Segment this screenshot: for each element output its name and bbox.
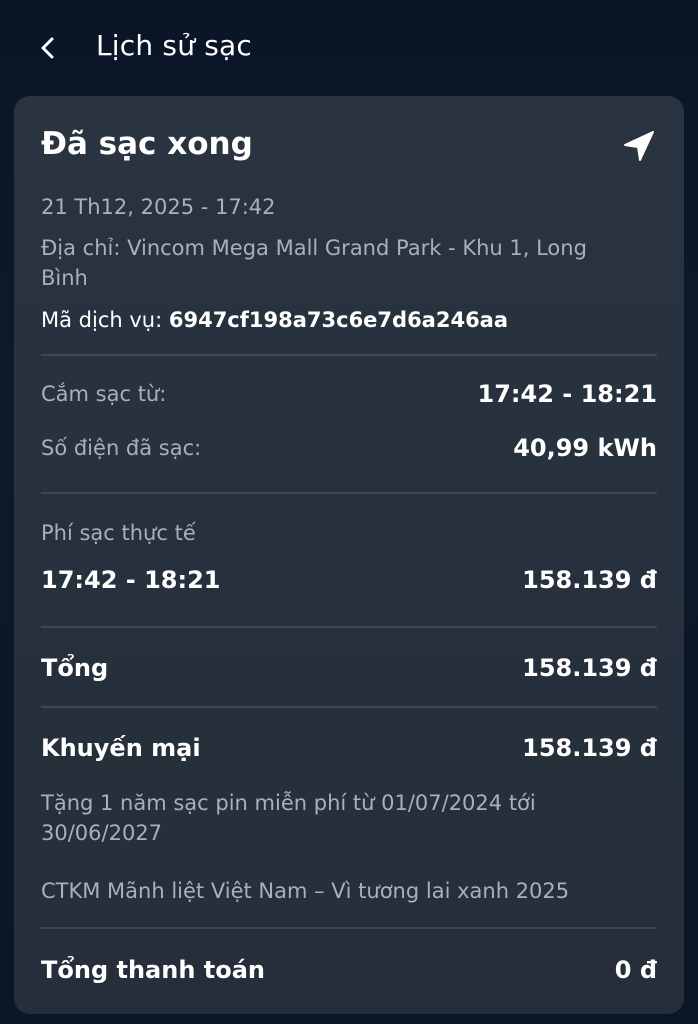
session-address: Địa chỉ: Vincom Mega Mall Grand Park - K… — [41, 233, 657, 293]
fee-time: 17:42 - 18:21 — [41, 566, 221, 594]
plug-time-row: Cắm sạc từ: 17:42 - 18:21 — [41, 376, 657, 412]
divider — [41, 492, 657, 494]
navigation-arrow-icon — [624, 131, 654, 161]
fee-amount: 158.139 đ — [522, 566, 657, 594]
back-button[interactable] — [30, 28, 66, 68]
address-line-1: Địa chỉ: Vincom Mega Mall Grand Park - K… — [41, 236, 587, 260]
address-line-2: Bình — [41, 266, 88, 290]
app-header: Lịch sử sạc — [0, 0, 698, 96]
divider — [41, 927, 657, 929]
grand-total-value: 0 đ — [614, 956, 657, 984]
service-code: Mã dịch vụ: 6947cf198a73c6e7d6a246aa — [41, 305, 657, 335]
grand-total-row: Tổng thanh toán 0 đ — [41, 951, 657, 989]
plug-time-value: 17:42 - 18:21 — [477, 380, 657, 408]
energy-label: Số điện đã sạc: — [41, 436, 202, 460]
session-datetime: 21 Th12, 2025 - 17:42 — [41, 195, 276, 219]
campaign-name: CTKM Mãnh liệt Việt Nam – Vì tương lai x… — [41, 879, 570, 903]
promo-description: Tặng 1 năm sạc pin miễn phí từ 01/07/202… — [41, 788, 657, 848]
promo-row: Khuyến mại 158.139 đ — [41, 729, 657, 767]
promo-label: Khuyến mại — [41, 734, 201, 762]
divider — [41, 706, 657, 708]
charging-session-card: Đã sạc xong 21 Th12, 2025 - 17:42 Địa ch… — [14, 96, 684, 1014]
service-code-label: Mã dịch vụ: — [41, 308, 163, 332]
chevron-left-icon — [41, 37, 54, 59]
total-label: Tổng — [41, 654, 109, 682]
service-code-value: 6947cf198a73c6e7d6a246aa — [168, 308, 509, 332]
total-value: 158.139 đ — [522, 654, 657, 682]
divider — [41, 354, 657, 356]
energy-row: Số điện đã sạc: 40,99 kWh — [41, 430, 657, 466]
session-status-title: Đã sạc xong — [41, 126, 253, 162]
actual-fee-label: Phí sạc thực tế — [41, 521, 196, 545]
plug-time-label: Cắm sạc từ: — [41, 382, 167, 406]
promo-description-line-1: Tặng 1 năm sạc pin miễn phí từ 01/07/202… — [41, 791, 536, 815]
promo-value: 158.139 đ — [522, 734, 657, 762]
energy-value: 40,99 kWh — [513, 434, 657, 462]
fee-row: 17:42 - 18:21 158.139 đ — [41, 562, 657, 598]
navigation-button[interactable] — [621, 128, 657, 164]
promo-description-line-2: 30/06/2027 — [41, 821, 163, 845]
grand-total-label: Tổng thanh toán — [41, 956, 266, 984]
total-row: Tổng 158.139 đ — [41, 649, 657, 687]
divider — [41, 626, 657, 628]
page-title: Lịch sử sạc — [96, 29, 252, 62]
